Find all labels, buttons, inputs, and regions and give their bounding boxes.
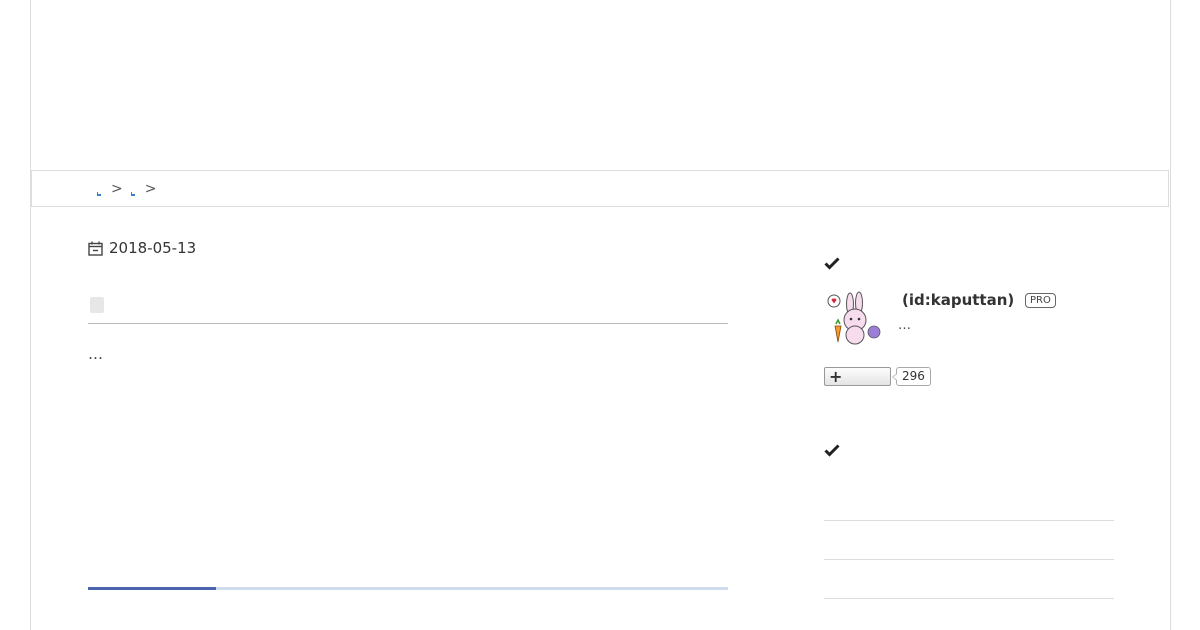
reading-progress-fill bbox=[88, 587, 216, 590]
calendar-icon bbox=[88, 241, 103, 256]
breadcrumb: > > bbox=[97, 181, 164, 197]
check-icon bbox=[824, 444, 840, 457]
follower-count[interactable]: 296 bbox=[892, 366, 931, 386]
second-section-header bbox=[824, 442, 840, 461]
title-placeholder-glyph bbox=[90, 297, 104, 313]
blog-header bbox=[31, 0, 1170, 170]
follow-button[interactable]: + bbox=[824, 366, 891, 386]
plus-icon: + bbox=[829, 366, 843, 386]
page-frame: > > 2018-05-13 … (id:kaputtan) PRO … + 2… bbox=[30, 0, 1171, 630]
breadcrumb-bar: > > bbox=[31, 170, 1169, 207]
sidebar: (id:kaputtan) PRO … + 296 bbox=[824, 250, 1114, 599]
article-excerpt: … bbox=[88, 345, 103, 363]
breadcrumb-separator: > bbox=[111, 181, 123, 197]
date-text: 2018-05-13 bbox=[109, 239, 197, 257]
article-main: 2018-05-13 … bbox=[88, 230, 728, 590]
follow-row: + 296 bbox=[824, 366, 931, 386]
profile-id[interactable]: (id:kaputtan) bbox=[902, 291, 1014, 309]
breadcrumb-link-2[interactable] bbox=[130, 182, 137, 196]
reading-progress-bar bbox=[88, 587, 728, 590]
list-divider bbox=[824, 520, 1114, 521]
list-divider bbox=[824, 598, 1114, 599]
list-divider bbox=[824, 559, 1114, 560]
breadcrumb-link-1[interactable] bbox=[97, 182, 103, 196]
profile-description: … bbox=[898, 318, 911, 333]
profile-section-header bbox=[824, 250, 1114, 276]
article-title[interactable] bbox=[88, 290, 728, 324]
check-icon bbox=[824, 257, 840, 270]
pro-badge: PRO bbox=[1025, 293, 1056, 308]
article-date[interactable]: 2018-05-13 bbox=[88, 230, 728, 266]
breadcrumb-separator: > bbox=[144, 181, 157, 197]
avatar[interactable] bbox=[824, 290, 884, 350]
profile-card: (id:kaputtan) PRO … bbox=[824, 290, 1114, 350]
